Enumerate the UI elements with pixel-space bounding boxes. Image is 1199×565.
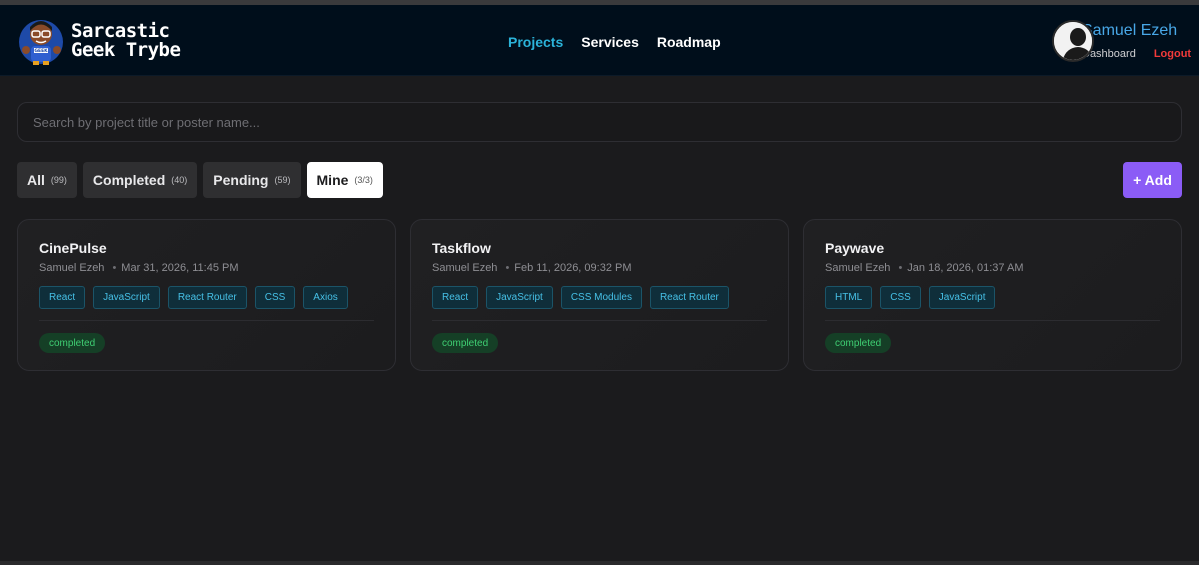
user-links: Dashboard Logout [1082,48,1191,60]
project-author: Samuel Ezeh [39,262,105,274]
brand-name-line2: Geek Trybe [71,39,181,61]
filter-label: Mine [316,172,349,188]
brand-logo-link[interactable]: GEEK Sarcastic Geek Trybe [17,16,181,66]
logout-link[interactable]: Logout [1154,48,1191,60]
meta-separator: • [898,262,903,274]
project-card[interactable]: Taskflow Samuel Ezeh • Feb 11, 2026, 09:32… [410,219,789,371]
tech-tag: CSS [880,286,921,309]
meta-separator: • [505,262,510,274]
project-title: Taskflow [432,240,491,256]
project-date: Jan 18, 2026, 01:37 AM [907,262,1024,274]
card-divider [825,320,1160,321]
filter-count: (40) [171,175,188,185]
tech-tags: React JavaScript React Router CSS Axios [39,286,348,309]
search-input[interactable] [18,103,1181,141]
user-menu: Samuel Ezeh Dashboard Logout [1052,20,1192,70]
status-badge: completed [39,333,106,353]
project-card[interactable]: Paywave Samuel Ezeh • Jan 18, 2026, 01:37 … [803,219,1182,371]
filter-pending-button[interactable]: Pending (59) [203,162,301,198]
tech-tag: CSS [254,286,296,309]
project-author: Samuel Ezeh [825,262,891,274]
search-box [17,102,1182,142]
geek-mascot-logo: GEEK [19,20,63,65]
project-author: Samuel Ezeh [432,262,498,274]
filter-mine-button[interactable]: Mine (3/3) [306,162,383,198]
filter-label: Completed [92,172,166,188]
main-nav: Projects Services Roadmap [508,34,721,50]
filter-label: All [27,172,45,188]
card-divider [39,320,374,321]
nav-roadmap[interactable]: Roadmap [657,34,721,50]
project-meta: Samuel Ezeh • Jan 18, 2026, 01:37 AM [825,262,1024,274]
meta-separator: • [112,262,117,274]
tech-tag: JavaScript [928,286,996,309]
tech-tag: React [39,286,86,309]
project-date: Feb 11, 2026, 09:32 PM [514,262,632,274]
filter-count: (3/3) [354,175,373,185]
project-title: CinePulse [39,240,107,256]
nav-projects[interactable]: Projects [508,34,563,50]
project-date: Mar 31, 2026, 11:45 PM [121,262,239,274]
tech-tag: React Router [649,286,729,309]
filter-all-button[interactable]: All (99) [17,162,77,198]
tech-tag: JavaScript [93,286,160,309]
svg-text:GEEK: GEEK [34,48,48,54]
brand-name: Sarcastic Geek Trybe [71,22,181,61]
project-title: Paywave [825,240,885,256]
filter-label: Pending [213,172,269,188]
tech-tag: HTML [825,286,873,309]
tech-tag: JavaScript [486,286,553,309]
nav-services[interactable]: Services [581,34,639,50]
window-bottom-strip [0,561,1199,565]
user-name: Samuel Ezeh [1082,22,1178,39]
filter-tabs: All (99) Completed (40) Pending (59) Min… [17,162,383,198]
tech-tag: React [432,286,479,309]
site-header: GEEK Sarcastic Geek Trybe Projects Servi… [0,5,1199,76]
project-meta: Samuel Ezeh • Feb 11, 2026, 09:32 PM [432,262,632,274]
project-card[interactable]: CinePulse Samuel Ezeh • Mar 31, 2026, 11:4… [17,219,396,371]
filter-completed-button[interactable]: Completed (40) [82,162,198,198]
card-divider [432,320,767,321]
status-badge: completed [432,333,499,353]
filter-count: (99) [50,175,67,185]
tech-tag: CSS Modules [560,286,642,309]
status-badge: completed [825,333,892,353]
project-meta: Samuel Ezeh • Mar 31, 2026, 11:45 PM [39,262,239,274]
tech-tags: React JavaScript CSS Modules React Route… [432,286,729,309]
tech-tag: React Router [167,286,247,309]
tech-tags: HTML CSS JavaScript [825,286,996,309]
add-project-button[interactable]: + Add [1123,162,1182,198]
avatar[interactable] [1052,20,1094,62]
tech-tag: Axios [303,286,348,309]
filter-count: (59) [274,175,291,185]
